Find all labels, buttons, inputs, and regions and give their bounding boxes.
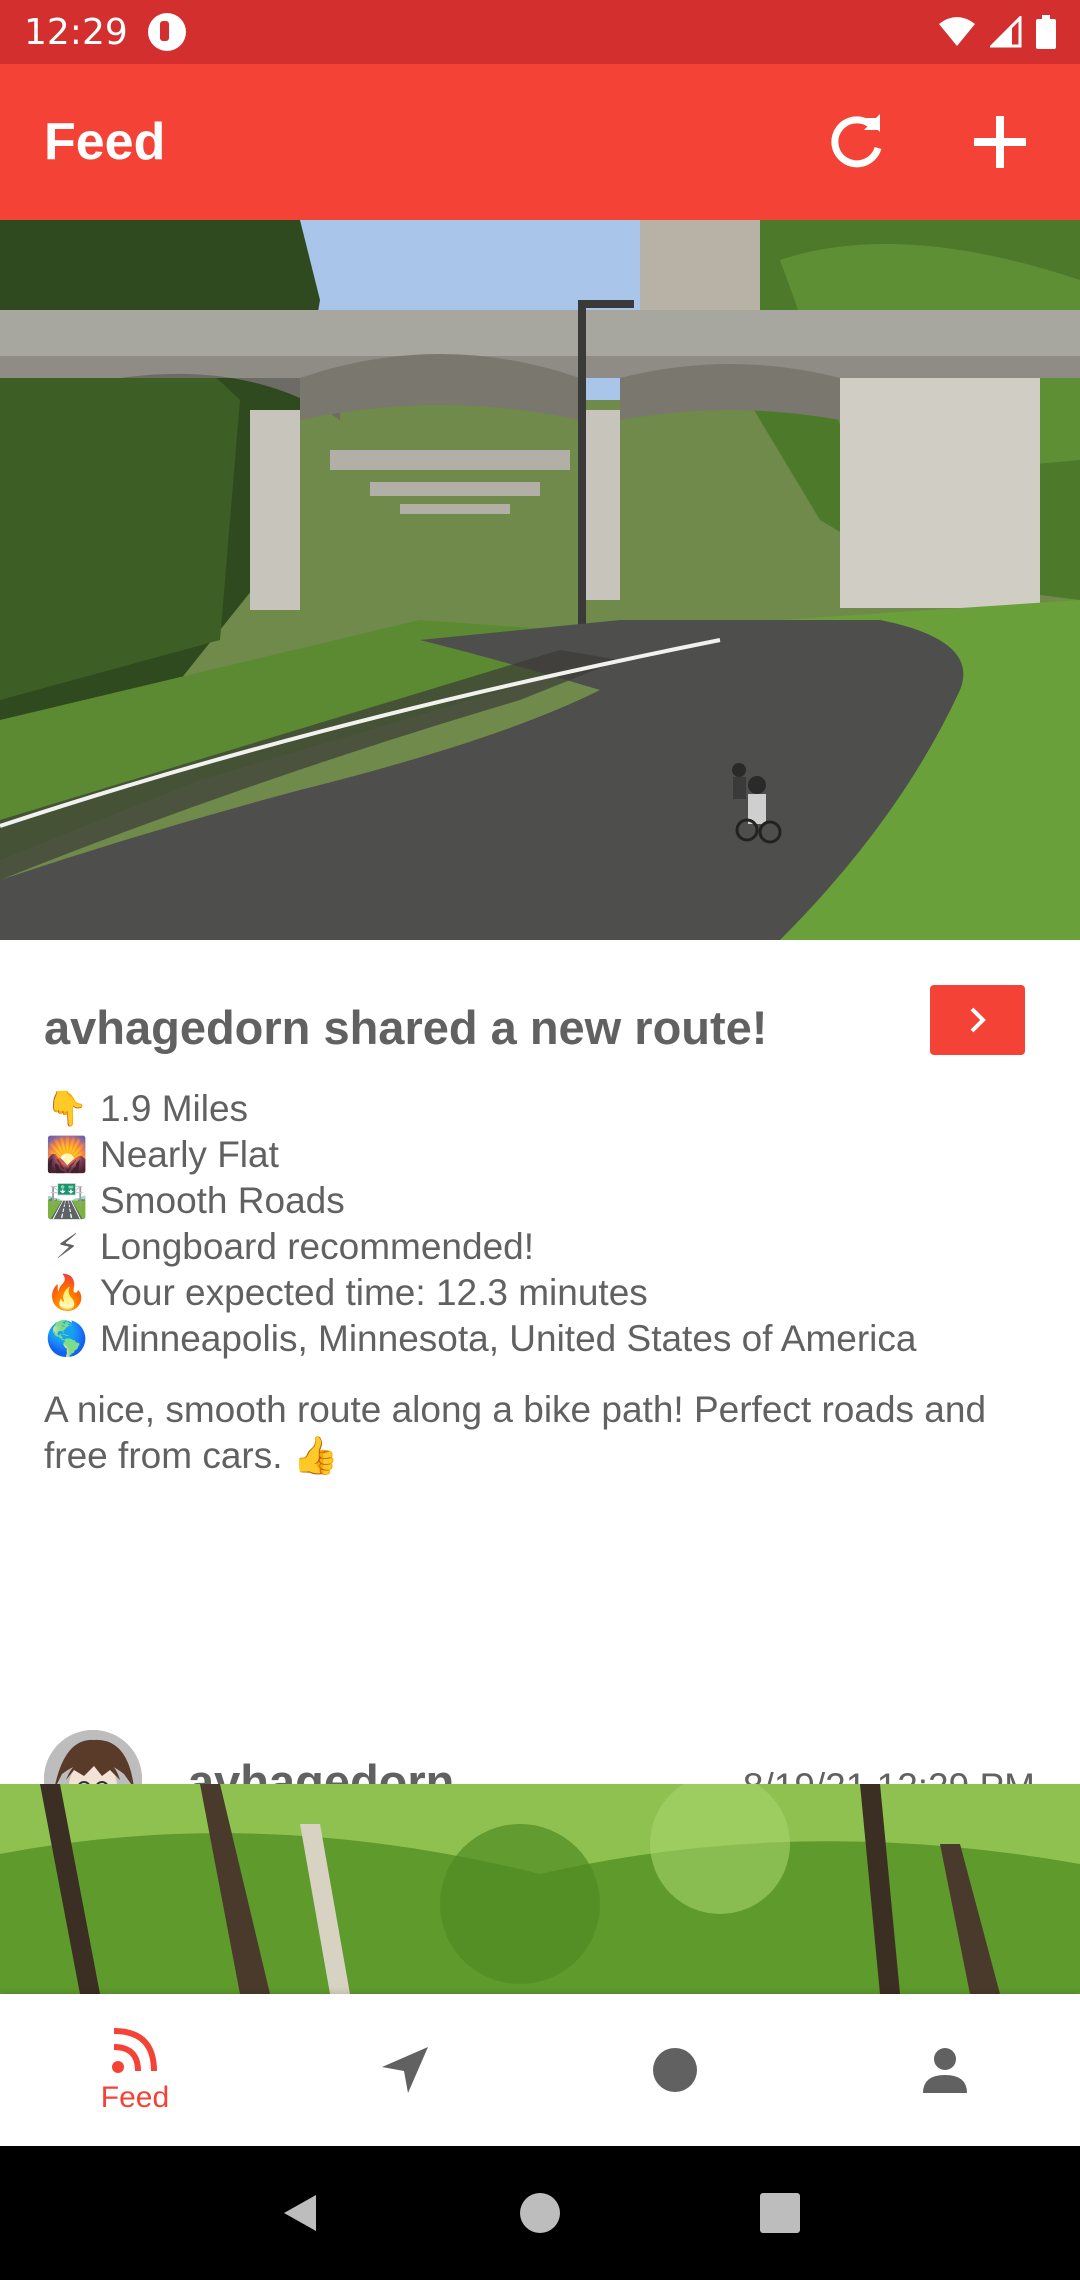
stat-text: 1.9 Miles (100, 1088, 249, 1129)
recents-icon[interactable] (758, 2191, 802, 2235)
open-route-button[interactable] (930, 985, 1025, 1055)
stat-recommendation: ⚡ Longboard recommended! (44, 1224, 916, 1270)
next-route-photo[interactable] (0, 1784, 1080, 1994)
rss-feed-icon (112, 2028, 157, 2073)
chevron-right-icon (970, 1007, 986, 1033)
stat-location: 🌎 Minneapolis, Minnesota, United States … (44, 1316, 917, 1362)
stat-distance: 👇 1.9 Miles (44, 1086, 916, 1132)
stat-road-quality: 🛣️ Smooth Roads (44, 1178, 916, 1224)
bottom-navigation: Feed (0, 1994, 1080, 2146)
nav-item-label: Feed (100, 2081, 170, 2114)
point-down-icon: 👇 (45, 1090, 89, 1128)
globe-icon: 🌎 (45, 1320, 89, 1358)
app-bar: Feed (0, 64, 1080, 220)
sunrise-icon: 🌄 (45, 1136, 89, 1174)
refresh-icon[interactable] (820, 106, 892, 178)
nav-item-feed[interactable]: Feed (0, 1994, 270, 2146)
route-photo[interactable] (0, 220, 1080, 940)
road-icon: 🛣️ (45, 1182, 89, 1220)
route-card: avhagedorn shared a new route! 👇 1.9 Mil… (0, 940, 1080, 1934)
route-title: avhagedorn shared a new route! (44, 1001, 768, 1054)
status-time: 12:29 (24, 11, 128, 53)
person-icon (923, 2048, 967, 2093)
stat-text: Longboard recommended! (100, 1226, 535, 1267)
route-stats: 👇 1.9 Miles 🌄 Nearly Flat 🛣️ Smooth Road… (44, 1086, 917, 1362)
home-icon[interactable] (518, 2191, 562, 2235)
fire-icon: 🔥 (45, 1274, 89, 1312)
next-route-photo-image (0, 1784, 1080, 1994)
system-navigation-bar (0, 2146, 1080, 2280)
notification-app-icon (147, 13, 186, 51)
route-photo-image (0, 220, 1080, 940)
navigation-icon (382, 2047, 428, 2093)
signal-icon (990, 16, 1022, 48)
page-title: Feed (44, 113, 166, 171)
nav-item-profile[interactable] (810, 1994, 1080, 2146)
feed-list[interactable]: avhagedorn shared a new route! 👇 1.9 Mil… (0, 220, 1080, 1994)
add-icon[interactable] (964, 106, 1036, 178)
stat-elevation: 🌄 Nearly Flat (44, 1132, 916, 1178)
nav-item-navigate[interactable] (270, 1994, 540, 2146)
stat-text: Smooth Roads (100, 1180, 345, 1221)
stat-expected-time: 🔥 Your expected time: 12.3 minutes (44, 1270, 916, 1316)
record-icon (653, 2048, 697, 2092)
battery-icon (1036, 15, 1056, 49)
lightning-icon: ⚡ (55, 1228, 79, 1266)
route-description: A nice, smooth route along a bike path! … (44, 1389, 987, 1476)
stat-text: Your expected time: 12.3 minutes (100, 1272, 648, 1313)
wifi-icon (939, 17, 975, 46)
nav-item-record[interactable] (540, 1994, 810, 2146)
status-icons (938, 15, 1056, 49)
stat-text: Nearly Flat (100, 1134, 279, 1175)
stat-text: Minneapolis, Minnesota, United States of… (100, 1318, 917, 1359)
back-icon[interactable] (278, 2191, 322, 2235)
status-bar: 12:29 (0, 0, 1080, 64)
